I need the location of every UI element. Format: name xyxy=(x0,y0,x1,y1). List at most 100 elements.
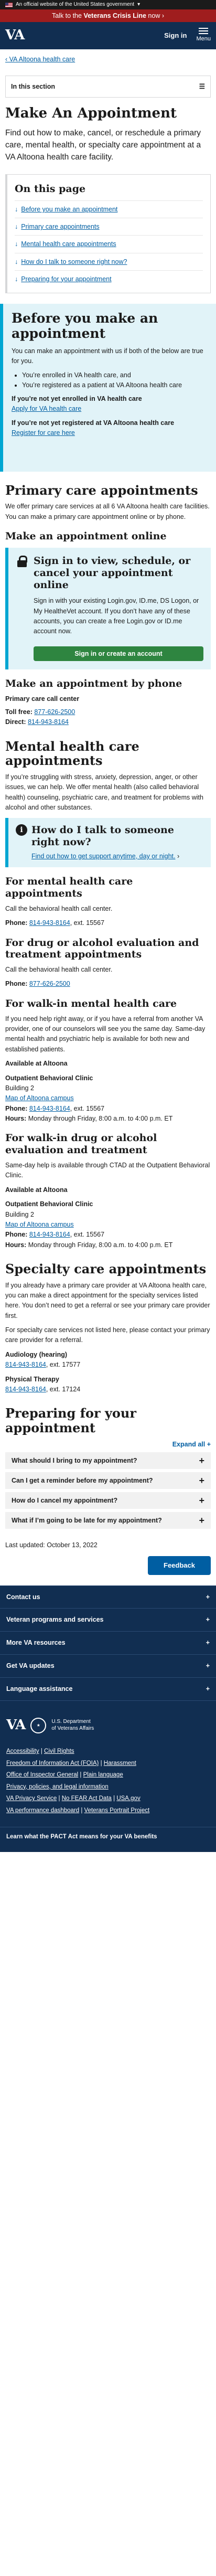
before-bullet: You’re enrolled in VA health care, and xyxy=(22,370,208,380)
footer-accordion[interactable]: Veteran programs and services + xyxy=(0,1609,216,1632)
footer-accordion-label: Contact us xyxy=(6,1593,40,1601)
footer-link[interactable]: VA Privacy Service xyxy=(6,1795,57,1802)
expand-all-button[interactable]: Expand all + xyxy=(5,1440,211,1449)
pact-act-text: Learn what the PACT Act means for your V… xyxy=(6,1834,157,1840)
jump-link[interactable]: ↓ Preparing for your appointment xyxy=(15,270,203,288)
before-appointment-box: Before you make an appointment You can m… xyxy=(0,303,216,472)
jump-link-text[interactable]: How do I talk to someone right now? xyxy=(21,257,127,267)
jump-link-text[interactable]: Before you make an appointment xyxy=(21,205,117,214)
call-center-label: Primary care call center xyxy=(5,695,80,702)
footer-link[interactable]: VA performance dashboard xyxy=(6,1807,79,1814)
accordion-item[interactable]: What if I’m going to be late for my appo… xyxy=(5,1511,211,1529)
footer-accordion-label: Language assistance xyxy=(6,1685,73,1693)
chevron-right-icon: › xyxy=(161,12,165,19)
plus-icon: + xyxy=(199,1475,204,1486)
dept-line-2: of Veterans Affairs xyxy=(51,1725,94,1731)
footer-link[interactable]: USA.gov xyxy=(116,1795,140,1802)
jump-link[interactable]: ↓ Primary care appointments xyxy=(15,218,203,235)
footer-link[interactable]: No FEAR Act Data xyxy=(62,1795,112,1802)
campus-map-link[interactable]: Map of Altoona campus xyxy=(5,1221,74,1228)
primary-care-heading: Primary care appointments xyxy=(5,482,198,498)
talk-now-link[interactable]: Find out how to get support anytime, day… xyxy=(31,853,175,860)
specialty-name: Audiology (hearing) xyxy=(5,1350,68,1358)
drug-call-text: Call the behavioral health call center. xyxy=(5,966,113,974)
campus-map-link[interactable]: Map of Altoona campus xyxy=(5,1094,74,1102)
mh-call-text: Call the behavioral health call center. xyxy=(5,904,113,912)
signin-heading: Sign in to view, schedule, or cancel you… xyxy=(34,555,191,591)
pact-act-banner[interactable]: Learn what the PACT Act means for your V… xyxy=(0,1827,216,1852)
clinic-name: Outpatient Behavioral Clinic xyxy=(5,1074,93,1082)
preparing-heading: Preparing for your appointment xyxy=(5,1406,137,1435)
direct-phone[interactable]: 814-943-8164 xyxy=(28,718,69,726)
accordion-label: What if I’m going to be late for my appo… xyxy=(12,1516,162,1524)
apply-link[interactable]: Apply for VA health care xyxy=(12,405,81,412)
clinic-name: Outpatient Behavioral Clinic xyxy=(5,1200,93,1208)
crisis-line-banner[interactable]: Talk to the Veterans Crisis Line now › xyxy=(0,9,216,22)
footer-accordion[interactable]: More VA resources + xyxy=(0,1632,216,1655)
jump-link-text[interactable]: Primary care appointments xyxy=(21,222,99,231)
site-header: VA Sign in Menu xyxy=(0,22,216,49)
lock-icon xyxy=(16,555,28,568)
va-logo[interactable]: VA xyxy=(5,26,25,46)
footer-accordion[interactable]: Language assistance + xyxy=(0,1678,216,1701)
footer-link[interactable]: Freedom of Information Act (FOIA) xyxy=(6,1760,99,1766)
arrow-down-icon: ↓ xyxy=(15,258,18,265)
footer-accordion[interactable]: Get VA updates + xyxy=(0,1655,216,1678)
hamburger-icon: ☰ xyxy=(199,82,205,90)
jump-link[interactable]: ↓ How do I talk to someone right now? xyxy=(15,252,203,270)
arrow-down-icon: ↓ xyxy=(15,275,18,283)
mh-appointments-heading: For mental health care appointments xyxy=(5,876,133,899)
specialty-heading: Specialty care appointments xyxy=(5,1261,207,1276)
footer-link[interactable]: Harassment xyxy=(104,1760,136,1766)
accordion-label: How do I cancel my appointment? xyxy=(12,1496,118,1504)
specialty-phone[interactable]: 814-943-8164 xyxy=(5,1361,46,1368)
footer-brand: VA ★ U.S. Department of Veterans Affairs xyxy=(0,1701,216,1742)
jump-link-text[interactable]: Preparing for your appointment xyxy=(21,274,111,284)
specialty-phone[interactable]: 814-943-8164 xyxy=(5,1386,46,1393)
walkin-drug-heading: For walk-in drug or alcohol evaluation a… xyxy=(5,1132,157,1156)
footer-accordion[interactable]: Contact us + xyxy=(0,1585,216,1609)
mh-phone[interactable]: 814-943-8164 xyxy=(29,919,70,927)
specialty-text-1: If you already have a primary care provi… xyxy=(5,1281,210,1319)
in-this-section-menu[interactable]: In this section ☰ xyxy=(5,76,211,98)
feedback-button[interactable]: Feedback xyxy=(148,1556,211,1575)
gov-banner[interactable]: An official website of the United States… xyxy=(0,0,216,9)
online-heading: Make an appointment online xyxy=(5,530,167,542)
footer-link[interactable]: Veterans Portrait Project xyxy=(84,1807,150,1814)
plus-icon: + xyxy=(206,1639,210,1647)
menu-label: Menu xyxy=(196,36,211,42)
drug-phone[interactable]: 877-626-2500 xyxy=(29,980,70,987)
before-intro: You can make an appointment with us if b… xyxy=(12,347,203,365)
primary-care-text: We offer primary care services at all 6 … xyxy=(5,503,210,520)
clinic-phone[interactable]: 814-943-8164 xyxy=(29,1105,70,1112)
clinic-location: Outpatient Behavioral Clinic Building 2 … xyxy=(5,1199,211,1250)
accordion-item[interactable]: How do I cancel my appointment? + xyxy=(5,1492,211,1509)
jump-link-text[interactable]: Mental health care appointments xyxy=(21,239,116,249)
not-enrolled-label: If you’re not yet enrolled in VA health … xyxy=(12,395,142,403)
signin-create-button[interactable]: Sign in or create an account xyxy=(34,646,203,661)
plus-icon: + xyxy=(206,1593,210,1601)
footer-link[interactable]: Civil Rights xyxy=(44,1748,74,1754)
va-logo[interactable]: VA xyxy=(6,1716,26,1736)
accordion-item[interactable]: What should I bring to my appointment? + xyxy=(5,1452,211,1469)
accordion-item[interactable]: Can I get a reminder before my appointme… xyxy=(5,1472,211,1489)
footer-link[interactable]: Accessibility xyxy=(6,1748,39,1754)
walkin-text: If you need help right away, or if you h… xyxy=(5,1015,206,1053)
footer-link[interactable]: Office of Inspector General xyxy=(6,1772,78,1778)
dept-line-1: U.S. Department xyxy=(51,1719,91,1725)
toll-free-label: Toll free: xyxy=(5,708,33,716)
footer-link[interactable]: Privacy, policies, and legal information xyxy=(6,1784,109,1790)
jump-link[interactable]: ↓ Before you make an appointment xyxy=(15,200,203,218)
clinic-phone[interactable]: 814-943-8164 xyxy=(29,1231,70,1238)
footer-link[interactable]: Plain language xyxy=(83,1772,123,1778)
toll-free-phone[interactable]: 877-626-2500 xyxy=(34,708,75,716)
site-footer: Contact us + Veteran programs and service… xyxy=(0,1585,216,1852)
jump-link[interactable]: ↓ Mental health care appointments xyxy=(15,235,203,252)
register-link[interactable]: Register for care here xyxy=(12,429,75,437)
before-heading: Before you make an appointment xyxy=(12,310,158,341)
phone-heading: Make an appointment by phone xyxy=(5,677,182,689)
breadcrumb-link[interactable]: ‹ VA Altoona health care xyxy=(5,56,75,63)
sign-in-button[interactable]: Sign in xyxy=(164,31,187,41)
menu-button[interactable]: Menu xyxy=(196,28,211,44)
talk-now-alert: i How do I talk to someone right now? Fi… xyxy=(5,818,211,868)
